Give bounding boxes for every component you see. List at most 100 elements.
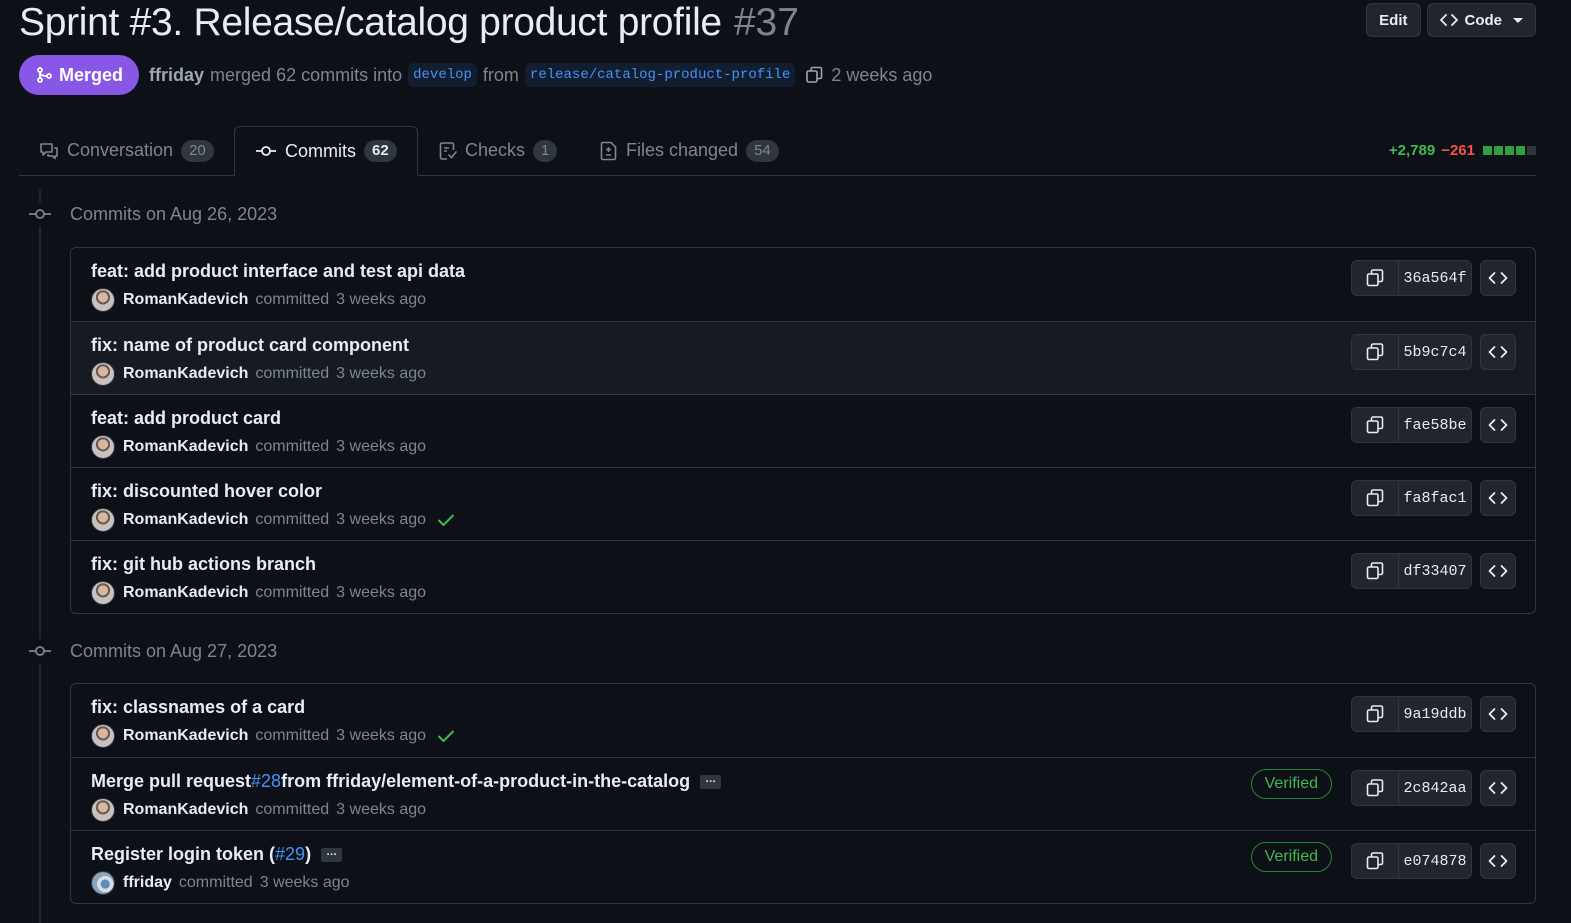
copy-sha-button[interactable] — [1352, 771, 1399, 805]
avatar[interactable] — [91, 435, 115, 459]
pull-request-link[interactable]: #29 — [275, 844, 305, 864]
sha-button-group: fa8fac1 — [1351, 480, 1472, 516]
commit-message[interactable]: fix: git hub actions branch — [91, 554, 316, 575]
check-icon[interactable] — [437, 513, 455, 527]
diffstat-block — [1494, 146, 1503, 155]
browse-repo-button[interactable] — [1480, 334, 1516, 370]
edit-button[interactable]: Edit — [1366, 3, 1421, 37]
tab-checks[interactable]: Checks 1 — [419, 126, 577, 175]
code-label: Code — [1464, 11, 1503, 29]
commit-author[interactable]: RomanKadevich — [123, 365, 248, 383]
commit-group-date: Commits on Aug 27, 2023 — [70, 640, 278, 661]
commit-sha[interactable]: fae58be — [1399, 408, 1471, 442]
commit-message[interactable]: fix: classnames of a card — [91, 697, 305, 718]
base-branch[interactable]: develop — [408, 63, 477, 87]
commit-author[interactable]: RomanKadevich — [123, 291, 248, 309]
commit-sha[interactable]: 36a564f — [1399, 261, 1471, 295]
avatar[interactable] — [91, 362, 115, 386]
copy-icon — [1365, 342, 1385, 362]
head-branch[interactable]: release/catalog-product-profile — [524, 63, 796, 87]
commit-row: fix: git hub actions branch RomanKadevich… — [71, 540, 1535, 613]
tab-label: Files changed — [626, 140, 739, 160]
commit-sha[interactable]: df33407 — [1399, 554, 1471, 588]
tab-files-changed[interactable]: Files changed 54 — [580, 126, 799, 175]
commit-author[interactable]: RomanKadevich — [123, 801, 248, 819]
copy-sha-button[interactable] — [1352, 697, 1399, 731]
copy-sha-button[interactable] — [1352, 335, 1399, 369]
commit-message[interactable]: feat: add product interface and test api… — [91, 261, 465, 282]
browse-repo-button[interactable] — [1480, 407, 1516, 443]
expand-message-button[interactable]: … — [321, 846, 343, 862]
commit-message[interactable]: fix: name of product card component — [91, 335, 409, 356]
commit-message[interactable]: Register login token (#29) — [91, 844, 311, 865]
check-icon[interactable] — [437, 729, 455, 743]
copy-icon — [1365, 268, 1385, 288]
commit-message[interactable]: feat: add product card — [91, 408, 281, 429]
copy-sha-button[interactable] — [1352, 844, 1399, 878]
commit-title: Merge pull request#28from ffriday/elemen… — [91, 771, 722, 792]
avatar[interactable] — [91, 871, 115, 895]
commit-sha[interactable]: 5b9c7c4 — [1399, 335, 1471, 369]
code-icon — [1488, 491, 1508, 505]
browse-repo-button[interactable] — [1480, 843, 1516, 879]
avatar[interactable] — [91, 581, 115, 605]
commit-author[interactable]: RomanKadevich — [123, 511, 248, 529]
commit-author[interactable]: RomanKadevich — [123, 438, 248, 456]
copy-sha-button[interactable] — [1352, 408, 1399, 442]
tab-conversation[interactable]: Conversation 20 — [19, 126, 234, 175]
avatar[interactable] — [91, 288, 115, 312]
commit-title: feat: add product card — [91, 408, 281, 429]
commit-author[interactable]: RomanKadevich — [123, 584, 248, 602]
commit-message-prefix[interactable]: Register login token ( — [91, 844, 275, 864]
commit-author[interactable]: ffriday — [123, 874, 172, 892]
commit-sha[interactable]: fa8fac1 — [1399, 481, 1471, 515]
pull-request-link[interactable]: #28 — [251, 771, 281, 791]
commit-title: fix: name of product card component — [91, 335, 409, 356]
deletions-count: −261 — [1441, 142, 1475, 159]
copy-sha-button[interactable] — [1352, 554, 1399, 588]
avatar[interactable] — [91, 724, 115, 748]
commit-time: 3 weeks ago — [336, 365, 427, 382]
commit-sha[interactable]: 9a19ddb — [1399, 697, 1471, 731]
copy-icon — [1365, 851, 1385, 871]
copy-icon — [1365, 488, 1385, 508]
commit-sha[interactable]: e074878 — [1399, 844, 1471, 878]
merger-username[interactable]: ffriday — [149, 65, 204, 86]
browse-repo-button[interactable] — [1480, 553, 1516, 589]
copy-icon[interactable] — [805, 66, 823, 84]
commit-sha[interactable]: 2c842aa — [1399, 771, 1471, 805]
timeline-line — [39, 190, 41, 923]
copy-sha-button[interactable] — [1352, 261, 1399, 295]
commit-meta: RomanKadevich committed 3 weeks ago — [91, 798, 426, 822]
commit-time: 3 weeks ago — [336, 801, 427, 818]
expand-message-button[interactable]: … — [700, 773, 722, 789]
tab-commits[interactable]: Commits 62 — [234, 126, 418, 176]
browse-repo-button[interactable] — [1480, 260, 1516, 296]
verified-badge[interactable]: Verified — [1250, 769, 1332, 799]
commit-message-prefix[interactable]: Merge pull request — [91, 771, 251, 791]
copy-sha-button[interactable] — [1352, 481, 1399, 515]
commit-actions: df33407 — [1351, 553, 1516, 589]
browse-repo-button[interactable] — [1480, 770, 1516, 806]
browse-repo-button[interactable] — [1480, 480, 1516, 516]
commit-message-suffix[interactable]: from ffriday/element-of-a-product-in-the… — [281, 771, 690, 791]
commit-message[interactable]: Merge pull request#28from ffriday/elemen… — [91, 771, 690, 792]
sha-button-group: 2c842aa — [1351, 770, 1472, 806]
commit-message[interactable]: fix: discounted hover color — [91, 481, 322, 502]
avatar[interactable] — [91, 798, 115, 822]
commit-list: feat: add product interface and test api… — [70, 247, 1536, 614]
commit-message-suffix[interactable]: ) — [305, 844, 311, 864]
sha-button-group: e074878 — [1351, 843, 1472, 879]
commit-time: 3 weeks ago — [336, 291, 427, 308]
diffstat-block — [1516, 146, 1525, 155]
verified-badge[interactable]: Verified — [1250, 842, 1332, 872]
tab-count: 20 — [181, 139, 214, 162]
commit-meta: RomanKadevich committed 3 weeks ago — [91, 581, 426, 605]
avatar[interactable] — [91, 508, 115, 532]
commit-time: 3 weeks ago — [336, 511, 427, 528]
commit-group-header: Commits on Aug 27, 2023 — [28, 638, 277, 664]
commit-actions: 36a564f — [1351, 260, 1516, 296]
browse-repo-button[interactable] — [1480, 696, 1516, 732]
commit-author[interactable]: RomanKadevich — [123, 727, 248, 745]
code-button[interactable]: Code — [1426, 3, 1536, 37]
